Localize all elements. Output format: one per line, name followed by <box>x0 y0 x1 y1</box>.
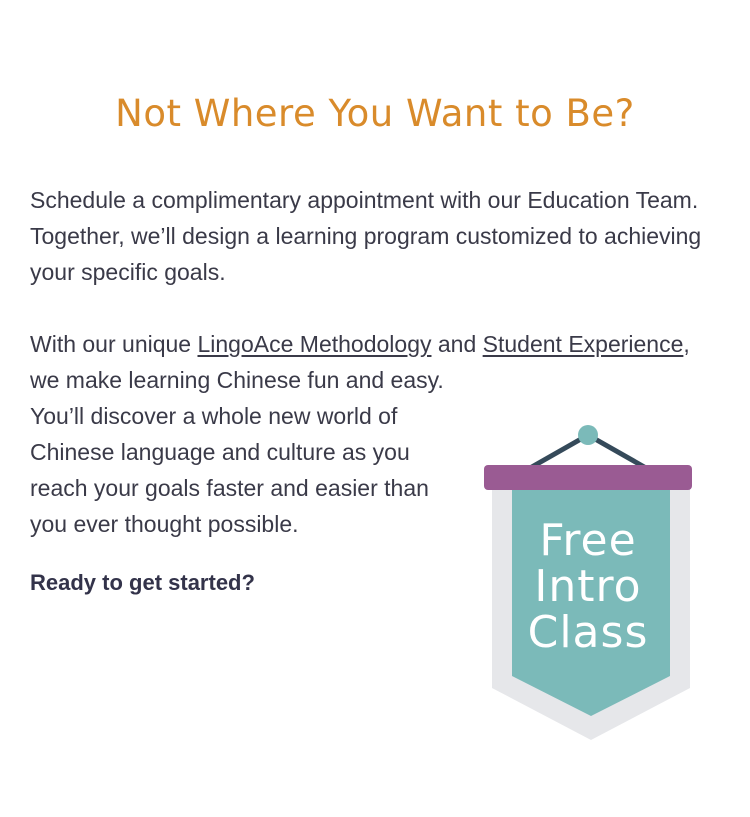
body-line-2: we make learning Chinese fun and easy. <box>30 367 444 393</box>
hanger-string-left <box>527 432 591 471</box>
banner-label: Free Intro Class <box>510 518 666 656</box>
body-suffix: , <box>683 331 690 357</box>
cta-text: Ready to get started? <box>30 570 255 595</box>
banner-line-intro: Intro <box>534 561 642 612</box>
body-line-1: With our unique LingoAce Methodology and… <box>30 326 730 362</box>
student-experience-link[interactable]: Student Experience <box>483 331 684 357</box>
free-intro-class-banner[interactable]: Free Intro Class <box>476 418 706 748</box>
body-middle: and <box>431 331 483 357</box>
hanger-string-right <box>585 432 649 471</box>
lingoace-methodology-link[interactable]: LingoAce Methodology <box>197 331 431 357</box>
page-heading: Not Where You Want to Be? <box>115 92 635 135</box>
banner-rod <box>484 465 692 490</box>
banner-nail <box>578 425 598 445</box>
banner-line-class: Class <box>527 607 649 658</box>
body-prefix: With our unique <box>30 331 198 357</box>
intro-paragraph: Schedule a complimentary appointment wit… <box>30 187 702 285</box>
banner-line-free: Free <box>539 515 637 566</box>
